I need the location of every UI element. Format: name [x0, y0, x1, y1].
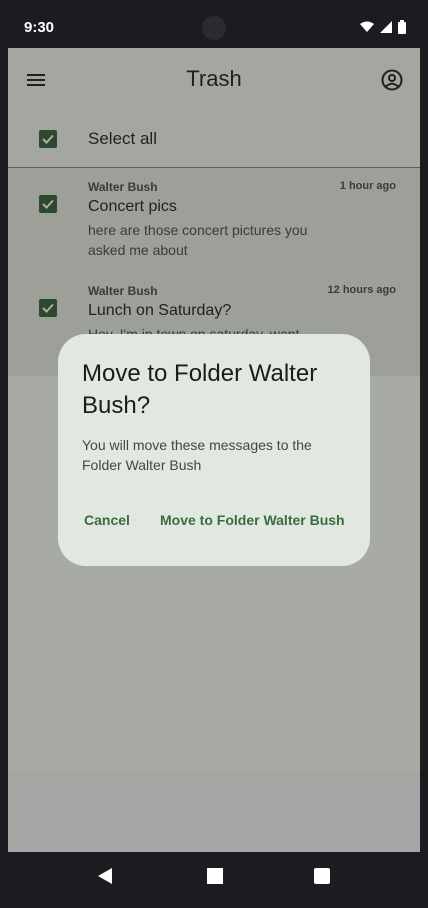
front-camera — [202, 16, 226, 40]
move-to-folder-button[interactable]: Move to Folder Walter Bush — [160, 512, 345, 528]
dialog-title: Move to Folder Walter Bush? — [82, 360, 318, 419]
system-nav-bar — [8, 852, 420, 900]
wifi-icon — [360, 21, 374, 32]
back-icon[interactable] — [98, 868, 112, 884]
app-screen: Trash Select all Walter Bush 1 hour ago … — [8, 48, 420, 852]
home-icon[interactable] — [207, 868, 223, 884]
signal-icon — [380, 21, 392, 33]
status-icons — [360, 20, 406, 34]
status-bar: 9:30 — [8, 8, 420, 48]
move-dialog: Move to Folder Walter Bush? You will mov… — [58, 334, 370, 566]
dialog-body: You will move these messages to the Fold… — [82, 437, 312, 473]
battery-icon — [398, 20, 406, 34]
status-time: 9:30 — [24, 19, 55, 36]
recents-icon[interactable] — [314, 868, 330, 884]
cancel-button[interactable]: Cancel — [84, 512, 130, 528]
